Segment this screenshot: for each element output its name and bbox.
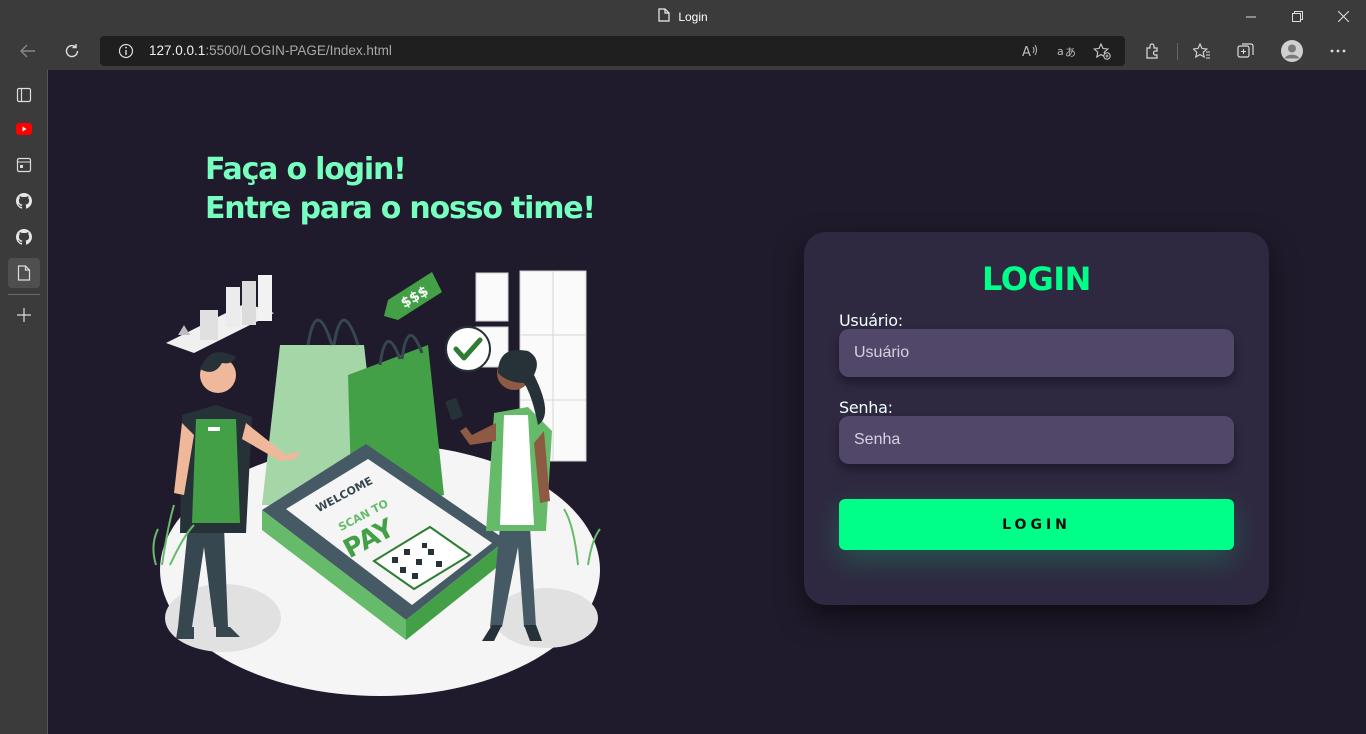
heading-line-1: Faça o login! [205, 152, 407, 187]
read-aloud-icon[interactable]: A [1019, 40, 1041, 62]
username-label: Usuário: [839, 311, 903, 330]
back-button[interactable] [12, 36, 44, 66]
svg-text:A: A [1022, 45, 1031, 59]
close-button[interactable] [1320, 0, 1366, 33]
toolbar-divider [1177, 43, 1178, 60]
svg-text:a: a [1057, 45, 1064, 58]
address-bar[interactable]: 127.0.0.1:5500/LOGIN-PAGE/Index.html A a… [100, 36, 1125, 66]
tab-actions-icon[interactable] [8, 80, 40, 110]
translate-icon[interactable]: aあ [1055, 40, 1077, 62]
login-title: LOGIN [982, 260, 1091, 298]
info-icon[interactable] [115, 40, 137, 62]
document-icon[interactable] [8, 258, 40, 288]
add-favorite-icon[interactable] [1091, 40, 1113, 62]
browser-toolbar: 127.0.0.1:5500/LOGIN-PAGE/Index.html A a… [0, 33, 1366, 70]
add-icon[interactable] [8, 300, 40, 330]
browser-sidebar [0, 70, 48, 734]
app-page-icon[interactable] [8, 150, 40, 180]
sidebar-divider [8, 294, 40, 295]
youtube-icon[interactable] [8, 114, 40, 144]
page-icon [658, 8, 670, 25]
window-title: Login [0, 0, 1366, 33]
github-icon[interactable] [8, 222, 40, 252]
password-label: Senha: [839, 398, 893, 417]
minimize-button[interactable] [1228, 0, 1274, 33]
window-title-text: Login [678, 9, 708, 24]
url-text[interactable]: 127.0.0.1:5500/LOGIN-PAGE/Index.html [149, 36, 392, 66]
more-menu-icon[interactable] [1322, 36, 1354, 66]
svg-text:あ: あ [1065, 46, 1075, 59]
profile-avatar[interactable] [1276, 36, 1308, 66]
login-card: LOGIN Usuário: Senha: LOGIN [804, 232, 1269, 605]
title-bar: Login [0, 0, 1366, 33]
page-heading: Faça o login! Entre para o nosso time! [205, 150, 596, 228]
github-icon[interactable] [8, 186, 40, 216]
page-content: Faça o login! Entre para o nosso time! $… [48, 70, 1366, 734]
scan-to-pay-illustration: $$$ WELCOME SCAN TO PAY [152, 270, 601, 696]
refresh-button[interactable] [56, 36, 88, 66]
password-input[interactable] [839, 416, 1234, 464]
restore-button[interactable] [1274, 0, 1320, 33]
extensions-icon[interactable] [1137, 36, 1169, 66]
heading-line-2: Entre para o nosso time! [205, 191, 596, 226]
collections-icon[interactable] [1230, 36, 1262, 66]
login-button[interactable]: LOGIN [839, 499, 1234, 550]
username-input[interactable] [839, 329, 1234, 377]
favorites-icon[interactable] [1186, 36, 1218, 66]
